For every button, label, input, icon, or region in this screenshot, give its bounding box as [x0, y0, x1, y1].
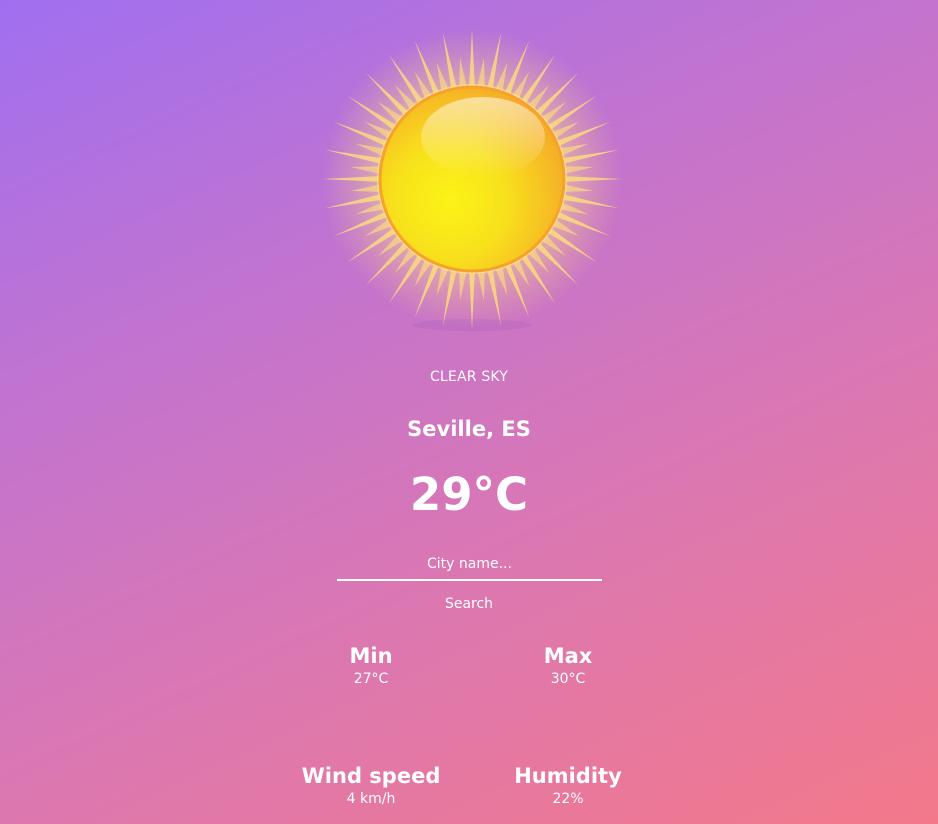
current-temperature: 29°C — [409, 468, 529, 521]
weather-app: CLEAR SKY Seville, ES 29°C Search Min 27… — [0, 0, 938, 824]
weather-condition: CLEAR SKY — [429, 369, 509, 385]
city-search-input[interactable] — [337, 549, 602, 581]
min-label: Min — [349, 644, 393, 668]
search-button[interactable]: Search — [419, 592, 519, 616]
humidity-value: 22% — [552, 791, 584, 807]
max-temperature-stat: Max 30°C — [478, 643, 658, 689]
wind-speed-stat: Wind speed 4 km/h — [281, 763, 461, 809]
humidity-label: Humidity — [514, 764, 622, 788]
min-value: 27°C — [353, 671, 389, 687]
wind-speed-value: 4 km/h — [346, 791, 396, 807]
max-value: 30°C — [550, 671, 586, 687]
city-name: Seville, ES — [407, 417, 531, 441]
max-label: Max — [543, 644, 593, 668]
min-temperature-stat: Min 27°C — [281, 643, 461, 689]
humidity-stat: Humidity 22% — [478, 763, 658, 809]
sun-icon — [318, 25, 626, 333]
wind-speed-label: Wind speed — [301, 764, 441, 788]
